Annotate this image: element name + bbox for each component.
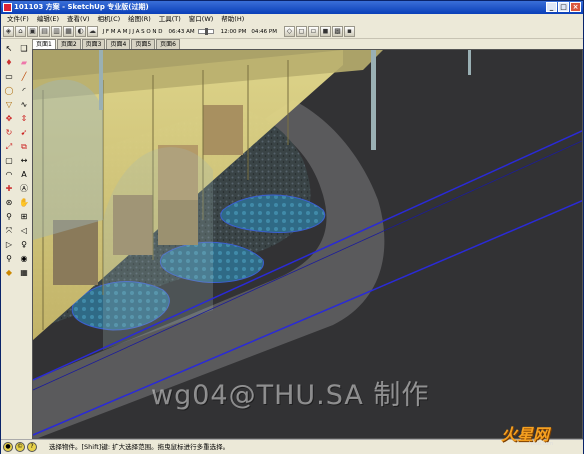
shaded-style-icon[interactable]: ◼ [320,26,331,37]
freehand-icon[interactable]: ∿ [17,99,31,112]
month-dec[interactable]: D [158,29,164,35]
maximize-button[interactable]: □ [558,2,569,12]
axes-icon[interactable]: ✚ [2,183,16,196]
sketchup-app-icon [3,3,12,12]
eraser-icon[interactable]: ▰ [17,57,31,70]
zoom-icon[interactable]: ⚲ [2,211,16,224]
menu-help[interactable]: 帮助(H) [217,14,248,25]
shadow-month-selector[interactable]: J F M A M J J A S O N D [102,29,164,35]
tab-page-5[interactable]: 页面5 [131,39,156,49]
section-display-icon[interactable]: ▦ [17,267,31,280]
line-pencil-icon[interactable]: ╱ [17,71,31,84]
menu-view[interactable]: 查看(V) [63,14,94,25]
menu-camera[interactable]: 相机(C) [94,14,125,25]
fog-icon[interactable]: ☁ [87,26,98,37]
xray-style-icon[interactable]: ◇ [284,26,295,37]
zoom-window-icon[interactable]: ⊞ [17,211,31,224]
back-view-icon[interactable]: ▥ [51,26,62,37]
main-toolbar: ◈ ⌂ ▣ ▤ ▥ ▦ ◐ ☁ J F M A M J J A S O N D … [1,25,583,39]
window-title: 101103 方案 - SketchUp 专业版(过期) [14,3,149,11]
tab-page-1[interactable]: 页面1 [32,39,56,49]
look-around-icon[interactable]: ◉ [17,253,31,266]
credits-icon[interactable]: © [15,442,25,452]
tab-page-2[interactable]: 页面2 [56,39,81,49]
minimize-button[interactable]: _ [546,2,557,12]
circle-icon[interactable]: ◯ [2,85,16,98]
help-icon[interactable]: ? [27,442,37,452]
zoom-extents-icon[interactable]: ⤧ [2,225,16,238]
protractor-icon[interactable]: ◠ [2,169,16,182]
text-icon[interactable]: A [17,169,31,182]
next-view-icon[interactable]: ▷ [2,239,16,252]
left-tool-palette: ↖ ❑ ♦ ▰ ▭ ╱ ◯ ◜ ▽ ∿ ✥ ⇕ ↻ ➹ ⤢ ⧉ ▢ ↔ ◠ A … [1,41,32,439]
front-view-icon[interactable]: ▣ [27,26,38,37]
menu-window[interactable]: 窗口(W) [185,14,218,25]
time-noon: 12:00 PM [220,28,247,35]
menu-tools[interactable]: 工具(T) [155,14,185,25]
status-bar: ● © ? 选择物件。[Shift]键: 扩大选择范围。拖曳鼠标进行多重选择。 [1,439,583,454]
textured-style-icon[interactable]: ▩ [332,26,343,37]
tape-measure-icon[interactable]: ▢ [2,155,16,168]
status-text: 选择物件。[Shift]键: 扩大选择范围。拖曳鼠标进行多重选择。 [49,443,230,451]
sketchup-window: 101103 方案 - SketchUp 专业版(过期) _ □ × 文件(F)… [0,0,584,454]
walk-icon[interactable]: ⚲ [2,253,16,266]
menu-file[interactable]: 文件(F) [3,14,33,25]
push-pull-icon[interactable]: ⇕ [17,113,31,126]
rectangle-icon[interactable]: ▭ [2,71,16,84]
scale-icon[interactable]: ⤢ [2,141,16,154]
menu-bar: 文件(F) 编辑(E) 查看(V) 相机(C) 绘图(R) 工具(T) 窗口(W… [1,14,583,25]
previous-view-icon[interactable]: ◁ [17,225,31,238]
iso-view-icon[interactable]: ◈ [3,26,14,37]
hidden-line-style-icon[interactable]: ◽ [308,26,319,37]
monochrome-style-icon[interactable]: ▪ [344,26,355,37]
site-logo-url: hxsd.com [529,441,554,447]
tab-page-6[interactable]: 页面6 [156,39,180,49]
close-button[interactable]: × [570,2,581,12]
menu-edit[interactable]: 编辑(E) [33,14,63,25]
tab-page-4[interactable]: 页面4 [106,39,131,49]
wireframe-style-icon[interactable]: ◻ [296,26,307,37]
tab-page-3[interactable]: 页面3 [81,39,106,49]
home-icon[interactable]: ⌂ [15,26,26,37]
arc-icon[interactable]: ◜ [17,85,31,98]
section-plane-icon[interactable]: ◆ [2,267,16,280]
follow-me-icon[interactable]: ➹ [17,127,31,140]
menu-draw[interactable]: 绘图(R) [124,14,155,25]
pan-hand-icon[interactable]: ✋ [17,197,31,210]
offset-icon[interactable]: ⧉ [17,141,31,154]
time-start: 06:43 AM [168,28,195,35]
paint-bucket-icon[interactable]: ♦ [2,57,16,70]
left-view-icon[interactable]: ▦ [63,26,74,37]
time-slider[interactable] [197,28,214,35]
3d-text-icon[interactable]: Ⓐ [17,183,31,196]
title-bar: 101103 方案 - SketchUp 专业版(过期) _ □ × [1,1,583,14]
make-component-icon[interactable]: ❑ [17,43,31,56]
rotate-icon[interactable]: ↻ [2,127,16,140]
dimension-icon[interactable]: ↔ [17,155,31,168]
select-arrow-icon[interactable]: ↖ [2,43,16,56]
time-end: 04:46 PM [251,28,277,35]
right-view-icon[interactable]: ▤ [39,26,50,37]
move-icon[interactable]: ✥ [2,113,16,126]
polygon-icon[interactable]: ▽ [2,99,16,112]
orbit-icon[interactable]: ⊛ [2,197,16,210]
position-camera-icon[interactable]: ♀ [17,239,31,252]
scene-tabs: 页面1 页面2 页面3 页面4 页面5 页面6 [32,39,180,49]
geo-location-icon[interactable]: ● [3,442,13,452]
author-watermark: wg04@THU.SA 制作 [151,380,430,411]
shadow-toggle-icon[interactable]: ◐ [75,26,86,37]
